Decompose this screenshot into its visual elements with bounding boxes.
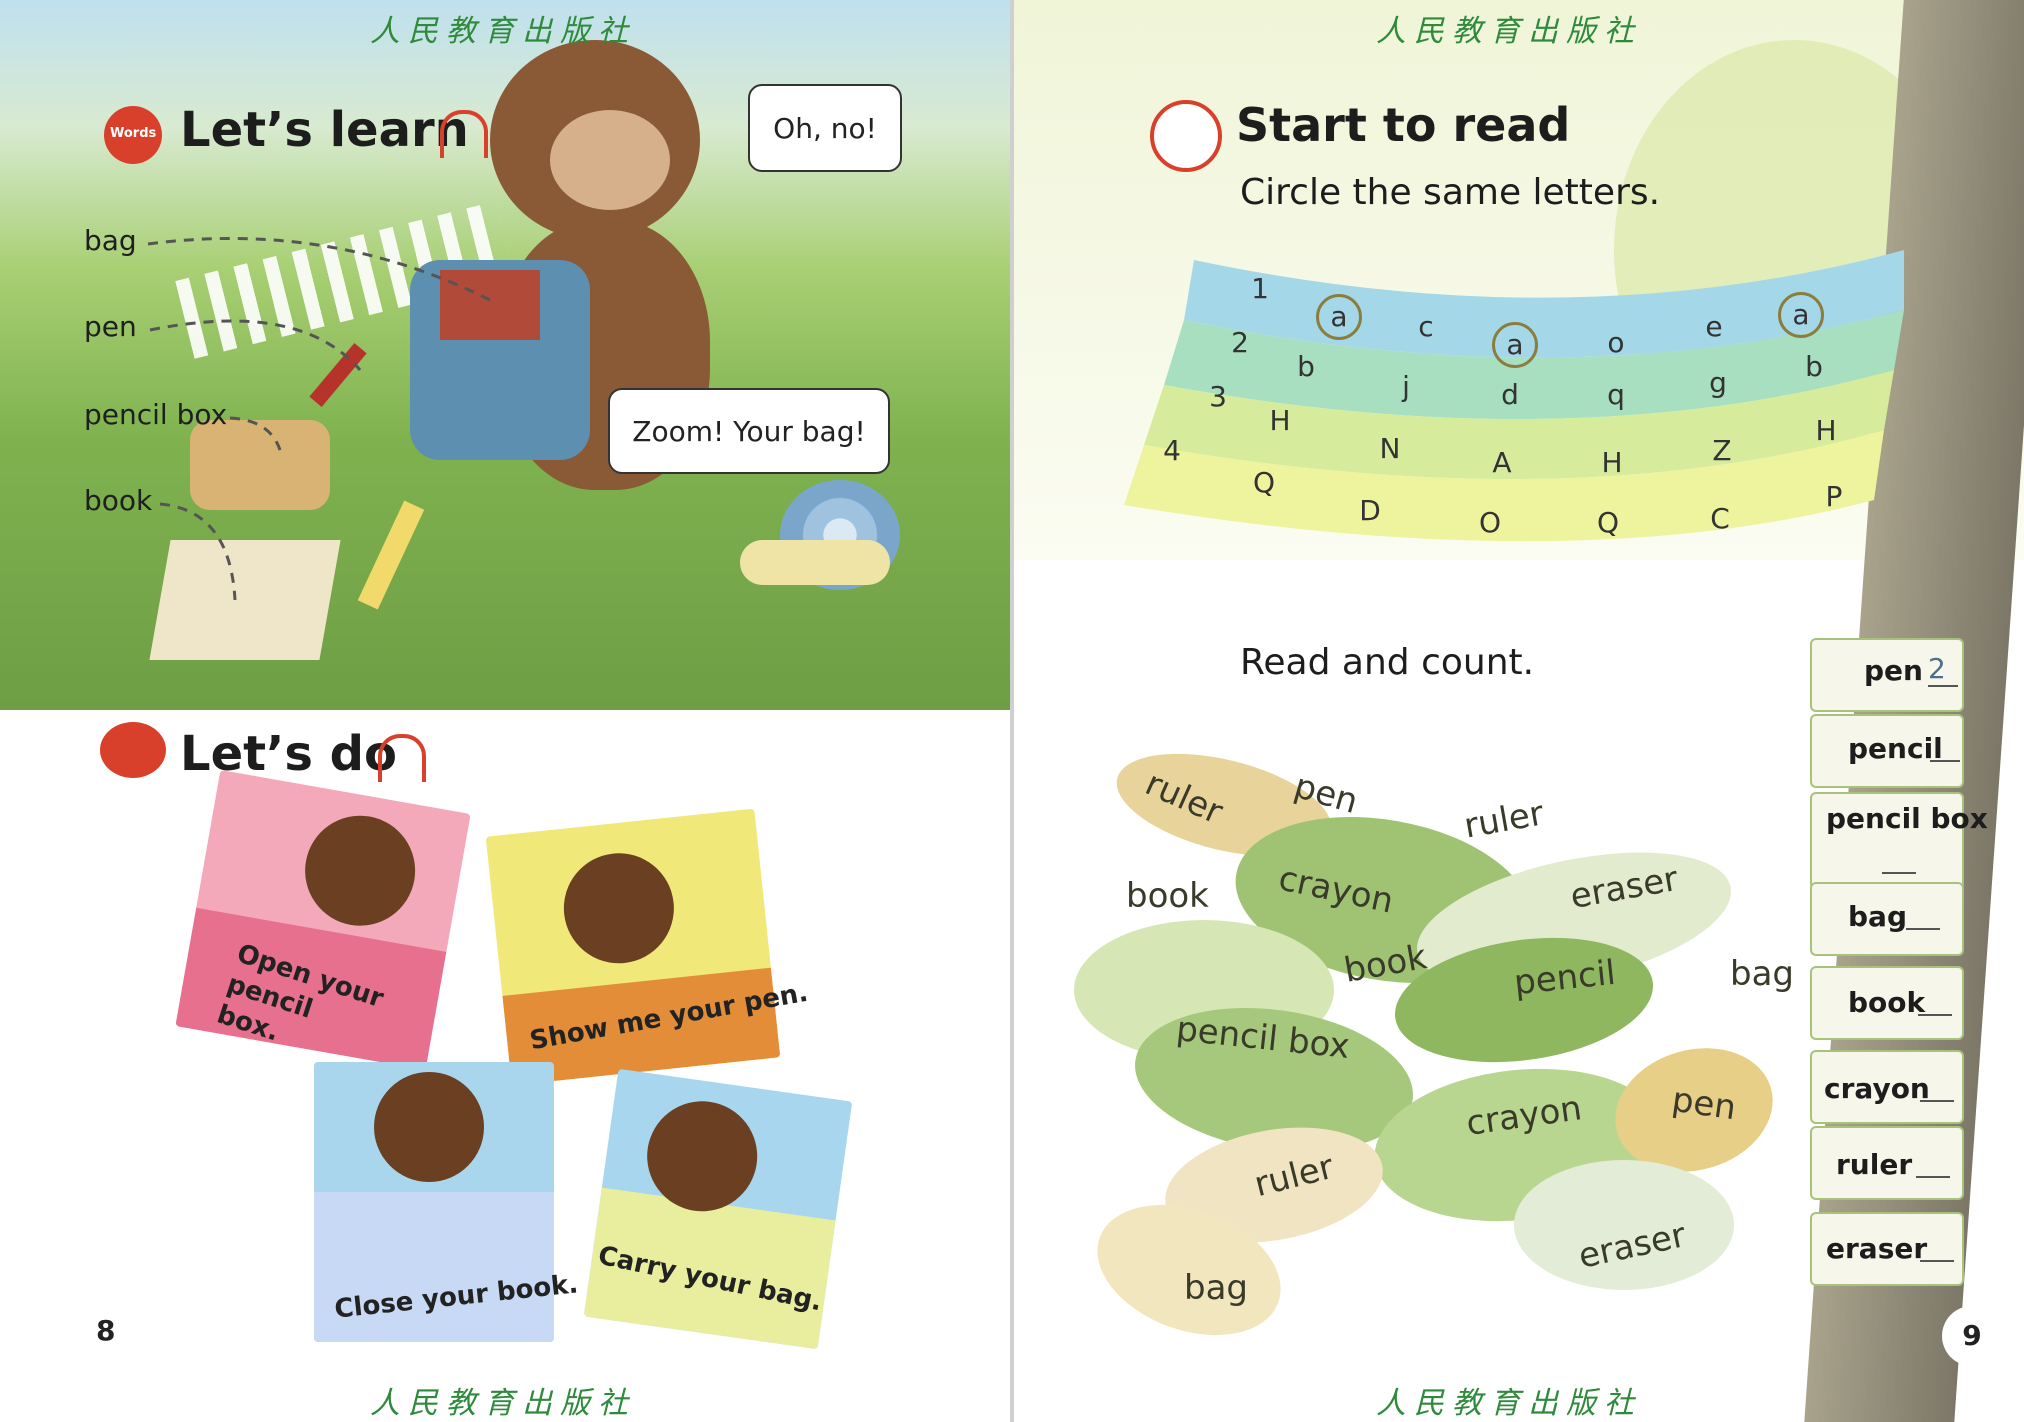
letter-cell[interactable]: b [1794, 350, 1834, 383]
tally-count[interactable] [1918, 984, 1952, 1016]
letter-cell[interactable]: b [1286, 350, 1326, 383]
instruction-count: Read and count. [1240, 642, 1535, 683]
publisher-footer: 人民教育出版社 [370, 1386, 636, 1421]
letter-cell[interactable]: H [1806, 414, 1846, 447]
speech-bubble-oh-no: Oh, no! [748, 84, 902, 172]
left-page: Words Let’s learn bag pen pencil box boo… [0, 0, 1010, 1422]
publisher-header: 人民教育出版社 [1376, 14, 1642, 49]
tally-tag: pen 2 [1810, 638, 1964, 712]
letter-cell[interactable]: q [1596, 378, 1636, 411]
letter-hammock [1124, 250, 1904, 542]
publisher-footer: 人民教育出版社 [1376, 1386, 1642, 1421]
tally-count[interactable] [1920, 1230, 1954, 1262]
letter-cell[interactable]: a [1492, 322, 1538, 368]
letter-cell[interactable]: e [1694, 310, 1734, 343]
row-number: 4 [1163, 434, 1181, 467]
row-number: 1 [1251, 272, 1269, 305]
tally-count[interactable] [1920, 1070, 1954, 1102]
tally-word: ruler [1836, 1148, 1913, 1181]
letter-cell[interactable]: H [1260, 404, 1300, 437]
letter-cell[interactable]: C [1700, 502, 1740, 535]
letter-cell[interactable]: D [1350, 494, 1390, 527]
speech-bubble-zoom: Zoom! Your bag! [608, 388, 890, 474]
tally-word: pencil [1848, 732, 1943, 765]
letter-cell[interactable]: A [1482, 446, 1522, 479]
tally-tag: eraser [1810, 1212, 1964, 1286]
letter-cell[interactable]: o [1596, 326, 1636, 359]
tally-word: pencil box [1826, 802, 1988, 835]
tally-word: bag [1848, 900, 1907, 933]
tally-word: pen [1864, 654, 1923, 687]
tally-tag: book [1810, 966, 1964, 1040]
leaf-word[interactable]: book [1126, 876, 1209, 916]
tally-word: book [1848, 986, 1926, 1019]
tally-count[interactable]: 2 [1928, 652, 1958, 687]
page-number: 9 [1942, 1306, 2002, 1366]
letter-cell[interactable]: a [1778, 292, 1824, 338]
letter-cell[interactable]: P [1814, 480, 1854, 513]
letter-cell[interactable]: N [1370, 432, 1410, 465]
row-number: 3 [1209, 380, 1227, 413]
letter-cell[interactable]: c [1406, 310, 1446, 343]
tally-count[interactable] [1930, 730, 1960, 762]
tally-count[interactable] [1882, 842, 1916, 874]
lets-do-title: Let’s do [180, 726, 397, 782]
tally-count[interactable] [1916, 1146, 1950, 1178]
tally-tag: ruler [1810, 1126, 1964, 1200]
tally-word: eraser [1826, 1232, 1928, 1265]
letter-cell[interactable]: Q [1588, 506, 1628, 539]
page-number: 8 [96, 1314, 116, 1347]
publisher-header: 人民教育出版社 [370, 14, 636, 49]
leaf-word[interactable]: bag [1730, 954, 1794, 994]
leaf-pile-illustration [1054, 734, 1814, 1359]
letter-cell[interactable]: Z [1702, 434, 1742, 467]
letter-cell[interactable]: j [1386, 370, 1426, 403]
row-number: 2 [1231, 326, 1249, 359]
tally-tag: crayon [1810, 1050, 1964, 1124]
letter-cell[interactable]: d [1490, 378, 1530, 411]
tally-tag: pencil box [1810, 792, 1988, 890]
letter-cell[interactable]: O [1470, 506, 1510, 539]
lets-do-icon [100, 722, 166, 778]
letter-cell[interactable]: H [1592, 446, 1632, 479]
tally-word: crayon [1824, 1072, 1930, 1105]
leaf-word[interactable]: bag [1184, 1268, 1248, 1308]
letter-cell[interactable]: a [1316, 294, 1362, 340]
headphone-icon[interactable] [378, 734, 426, 782]
tally-count[interactable] [1906, 898, 1940, 930]
tally-tag: pencil [1810, 714, 1964, 788]
letter-cell[interactable]: Q [1244, 466, 1284, 499]
tally-tag: bag [1810, 882, 1964, 956]
letter-cell[interactable]: g [1698, 366, 1738, 399]
